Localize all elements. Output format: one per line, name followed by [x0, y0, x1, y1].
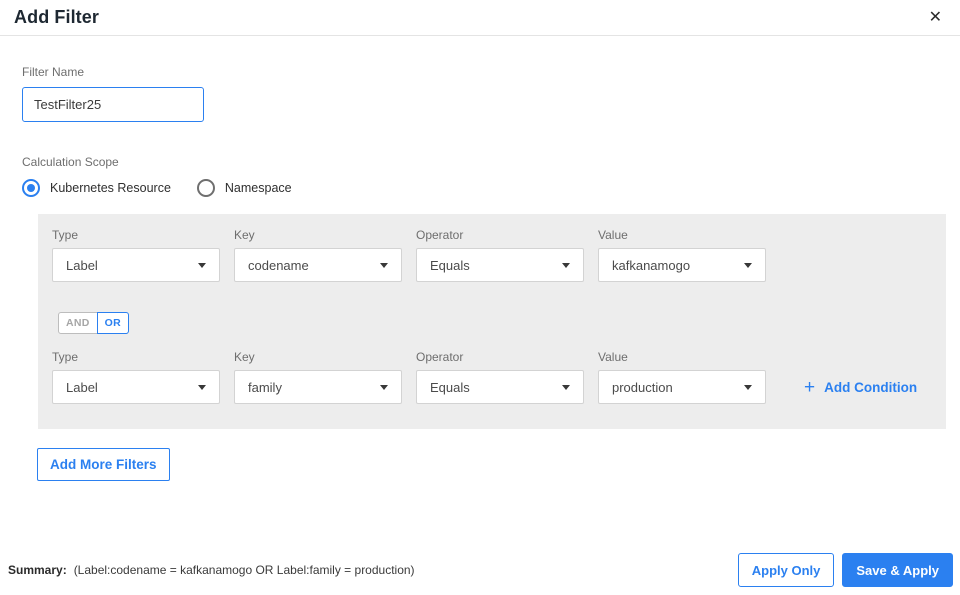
radio-namespace[interactable]: Namespace	[196, 179, 292, 197]
condition2-key-select[interactable]: family	[234, 370, 402, 404]
chevron-down-icon	[198, 384, 206, 390]
selected-value: production	[612, 379, 673, 395]
page-title: Add Filter	[14, 7, 99, 27]
radio-unselected-icon	[196, 179, 215, 197]
and-toggle-button[interactable]: AND	[58, 312, 98, 334]
operator-label: Operator	[416, 228, 464, 242]
condition2-operator-select[interactable]: Equals	[416, 370, 584, 404]
selected-value: Equals	[430, 257, 470, 273]
or-toggle-button[interactable]: OR	[96, 312, 130, 334]
dialog-body: Filter Name Calculation Scope Kubernetes…	[0, 36, 960, 481]
chevron-down-icon	[744, 262, 752, 268]
condition2-key-field: Key family	[234, 350, 402, 404]
add-more-filters-button[interactable]: Add More Filters	[37, 448, 170, 481]
chevron-down-icon	[198, 262, 206, 268]
filter-name-label: Filter Name	[22, 65, 85, 79]
plus-icon: +	[804, 376, 816, 398]
footer-buttons: Apply Only Save & Apply	[737, 553, 953, 587]
calculation-scope-label: Calculation Scope	[22, 155, 119, 169]
condition2-value-select[interactable]: production	[598, 370, 766, 404]
chevron-down-icon	[380, 384, 388, 390]
condition-row-2: Type Label Key family Operator Equals Va…	[52, 350, 932, 404]
type-label: Type	[52, 228, 79, 242]
condition1-value-select[interactable]: kafkanamogo	[598, 248, 766, 282]
save-and-apply-button[interactable]: Save & Apply	[842, 553, 953, 587]
radio-label: Kubernetes Resource	[50, 181, 171, 195]
apply-only-button[interactable]: Apply Only	[737, 553, 835, 587]
dialog-footer: Summary: (Label:codename = kafkanamogo O…	[8, 553, 953, 587]
summary-label: Summary:	[8, 563, 67, 577]
and-or-toggle: AND OR	[58, 312, 130, 334]
operator-label: Operator	[416, 350, 464, 364]
add-filter-dialog: Add Filter ✕ Filter Name Calculation Sco…	[0, 0, 960, 595]
summary-text: (Label:codename = kafkanamogo OR Label:f…	[73, 563, 415, 577]
filter-name-input[interactable]	[22, 87, 204, 122]
condition2-type-select[interactable]: Label	[52, 370, 220, 404]
key-label: Key	[234, 228, 255, 242]
condition1-value-field: Value kafkanamogo	[598, 228, 766, 282]
chevron-down-icon	[380, 262, 388, 268]
condition-row-1: Type Label Key codename Operator Equals …	[52, 228, 932, 282]
condition2-operator-field: Operator Equals	[416, 350, 584, 404]
radio-label: Namespace	[224, 181, 292, 195]
condition2-type-field: Type Label	[52, 350, 220, 404]
selected-value: codename	[248, 257, 309, 273]
close-icon[interactable]: ✕	[925, 8, 946, 28]
chevron-down-icon	[744, 384, 752, 390]
value-label: Value	[598, 228, 628, 242]
condition1-operator-field: Operator Equals	[416, 228, 584, 282]
radio-selected-icon	[22, 179, 40, 197]
value-label: Value	[598, 350, 628, 364]
condition1-type-select[interactable]: Label	[52, 248, 220, 282]
condition1-key-field: Key codename	[234, 228, 402, 282]
calculation-scope-radiogroup: Kubernetes Resource Namespace	[22, 179, 960, 197]
condition2-value-field: Value production	[598, 350, 766, 404]
chevron-down-icon	[562, 262, 570, 268]
selected-value: family	[248, 379, 282, 395]
radio-kubernetes-resource[interactable]: Kubernetes Resource	[22, 179, 171, 197]
key-label: Key	[234, 350, 255, 364]
filter-summary: Summary: (Label:codename = kafkanamogo O…	[8, 563, 415, 577]
condition1-type-field: Type Label	[52, 228, 220, 282]
add-condition-label: Add Condition	[824, 379, 918, 395]
type-label: Type	[52, 350, 79, 364]
condition1-key-select[interactable]: codename	[234, 248, 402, 282]
condition1-operator-select[interactable]: Equals	[416, 248, 584, 282]
selected-value: kafkanamogo	[612, 257, 691, 273]
selected-value: Equals	[430, 379, 470, 395]
add-condition-button[interactable]: + Add Condition	[804, 370, 917, 404]
chevron-down-icon	[562, 384, 570, 390]
dialog-header: Add Filter ✕	[0, 0, 960, 36]
selected-value: Label	[66, 379, 98, 395]
selected-value: Label	[66, 257, 98, 273]
conditions-panel: Type Label Key codename Operator Equals …	[38, 214, 946, 429]
